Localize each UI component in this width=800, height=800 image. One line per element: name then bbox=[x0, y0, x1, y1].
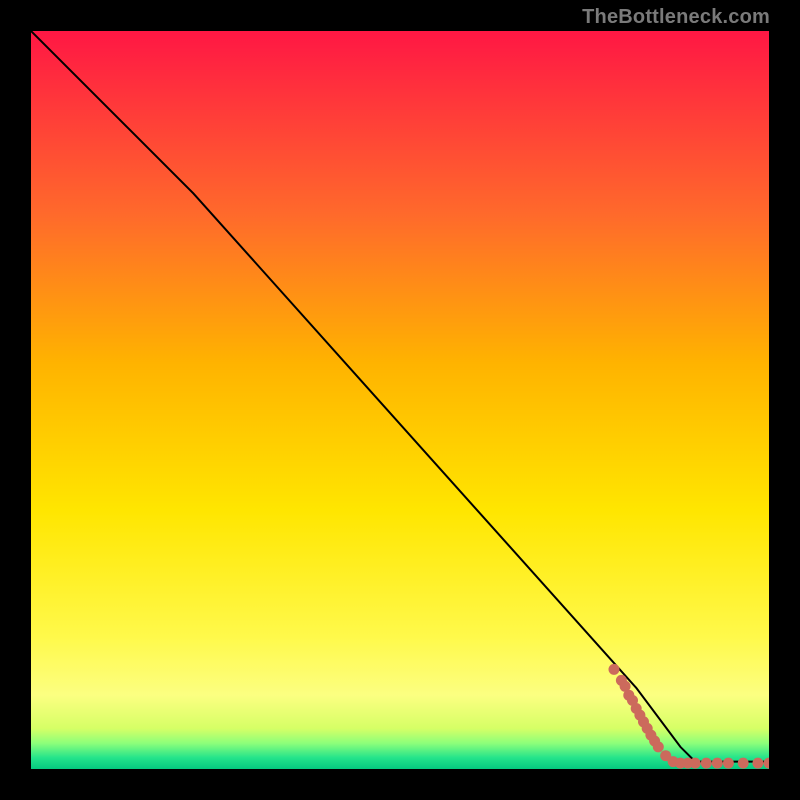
curve-line bbox=[31, 31, 769, 762]
data-point bbox=[738, 758, 749, 769]
chart-svg bbox=[31, 31, 769, 769]
data-point bbox=[752, 758, 763, 769]
data-point bbox=[690, 758, 701, 769]
data-point bbox=[712, 758, 723, 769]
data-point bbox=[701, 758, 712, 769]
data-point bbox=[723, 758, 734, 769]
data-point bbox=[609, 664, 620, 675]
chart-frame: TheBottleneck.com bbox=[0, 0, 800, 800]
data-point bbox=[764, 758, 770, 769]
data-point bbox=[653, 741, 664, 752]
watermark-text: TheBottleneck.com bbox=[582, 6, 770, 29]
plot-area bbox=[31, 31, 769, 769]
